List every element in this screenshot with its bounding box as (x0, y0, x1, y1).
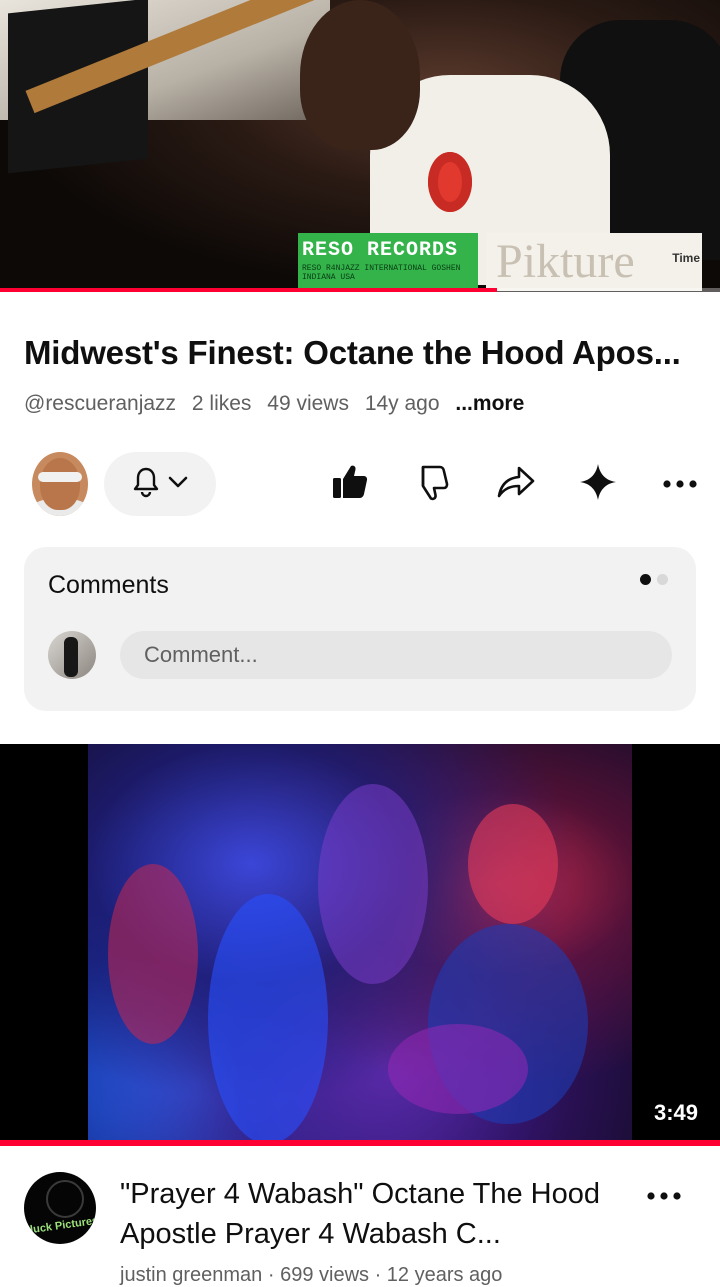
scene-figure (468, 804, 558, 924)
views-count: 49 views (267, 392, 349, 415)
user-avatar (48, 631, 96, 679)
user-avatar-figure (64, 637, 78, 677)
channel-action-row (0, 444, 720, 524)
avatar-face (40, 458, 80, 510)
thumbs-down-icon (414, 462, 454, 507)
watched-progress-bar (0, 1140, 720, 1146)
next-video-thumbnail[interactable]: 3:49 (0, 744, 720, 1144)
avatar-text: Dluck Pictures (24, 1214, 96, 1238)
chevron-down-icon (167, 475, 189, 494)
pager-dot-active (640, 574, 651, 585)
upload-age: 14y ago (364, 392, 440, 415)
next-video-menu-button[interactable] (640, 1180, 688, 1212)
next-video-title[interactable]: "Prayer 4 Wabash" Octane The Hood Apostl… (120, 1174, 620, 1254)
avatar-ring (46, 1180, 84, 1218)
video-player[interactable]: RESO RECORDS RESO R4NJAZZ INTERNATIONAL … (0, 0, 720, 292)
video-info-sheet: Midwest's Finest: Octane the Hood Apos..… (0, 292, 720, 742)
next-video-details: Dluck Pictures "Prayer 4 Wabash" Octane … (0, 1160, 720, 1286)
thumbs-up-icon (330, 462, 370, 507)
scene-figure (388, 1024, 528, 1114)
comment-input[interactable]: Comment... (120, 631, 672, 679)
likes-count: 2 likes (191, 392, 252, 415)
dislike-button[interactable] (408, 458, 460, 510)
video-title[interactable]: Midwest's Finest: Octane the Hood Apos..… (24, 334, 704, 372)
reso-records-watermark: RESO RECORDS RESO R4NJAZZ INTERNATIONAL … (298, 233, 478, 291)
pikture-time-watermark: Pikture Time (486, 233, 702, 291)
scene-figure (208, 894, 328, 1144)
scene-figure (318, 784, 428, 984)
player-frame-shirt-logo (428, 152, 472, 212)
more-actions-button[interactable] (654, 458, 706, 510)
bell-icon (131, 466, 161, 503)
pager-dot (657, 574, 668, 585)
share-icon (495, 463, 537, 506)
more-link[interactable]: ...more (455, 392, 524, 415)
comments-pager (640, 574, 668, 585)
comments-card[interactable]: Comments Comment... (24, 547, 696, 711)
scene-figure (108, 864, 198, 1044)
player-frame-head (300, 0, 420, 150)
subscribe-notification-button[interactable] (104, 452, 216, 516)
sparkle-icon (578, 462, 618, 507)
channel-avatar[interactable] (32, 452, 88, 516)
ask-ai-button[interactable] (572, 458, 624, 510)
next-channel-avatar[interactable]: Dluck Pictures (24, 1172, 96, 1244)
comments-heading: Comments (48, 571, 169, 599)
video-duration-badge: 3:49 (645, 1096, 706, 1130)
like-button[interactable] (324, 458, 376, 510)
video-meta: @rescueranjazz 2 likes 49 views 14y ago … (24, 392, 534, 416)
share-button[interactable] (490, 458, 542, 510)
thumbnail-scene (88, 744, 632, 1144)
next-video-meta: justin greenman · 699 views · 12 years a… (120, 1264, 503, 1286)
channel-handle[interactable]: @rescueranjazz (24, 392, 176, 415)
avatar-glasses (38, 472, 82, 482)
more-icon (663, 475, 697, 493)
more-vert-icon (647, 1187, 681, 1205)
